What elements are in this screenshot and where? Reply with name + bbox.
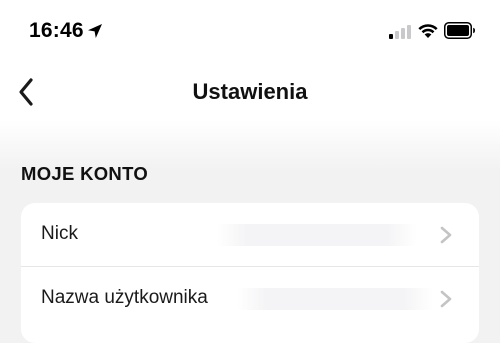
settings-row-username[interactable]: Nazwa użytkownika [21,267,479,330]
navigation-bar: Ustawienia [0,62,500,122]
cellular-signal-icon [389,25,411,39]
settings-row-nick[interactable]: Nick [21,203,479,266]
settings-screen: 16:46 Ustawienia MOJE KONTO Nick Nazwa u… [0,0,500,343]
wifi-icon [418,24,438,38]
row-label: Nick [41,223,78,244]
chevron-right-icon [440,290,452,308]
chevron-right-icon [440,226,452,244]
status-time: 16:46 [29,19,84,42]
location-arrow-icon [88,24,102,38]
row-label: Nazwa użytkownika [41,287,208,308]
account-settings-card: Nick Nazwa użytkownika [21,203,479,343]
battery-icon [444,22,475,39]
row-value-redacted [237,288,433,310]
section-header-my-account: MOJE KONTO [21,163,149,184]
row-value-redacted [217,224,417,246]
status-bar: 16:46 [0,0,500,62]
page-title: Ustawienia [192,79,308,104]
